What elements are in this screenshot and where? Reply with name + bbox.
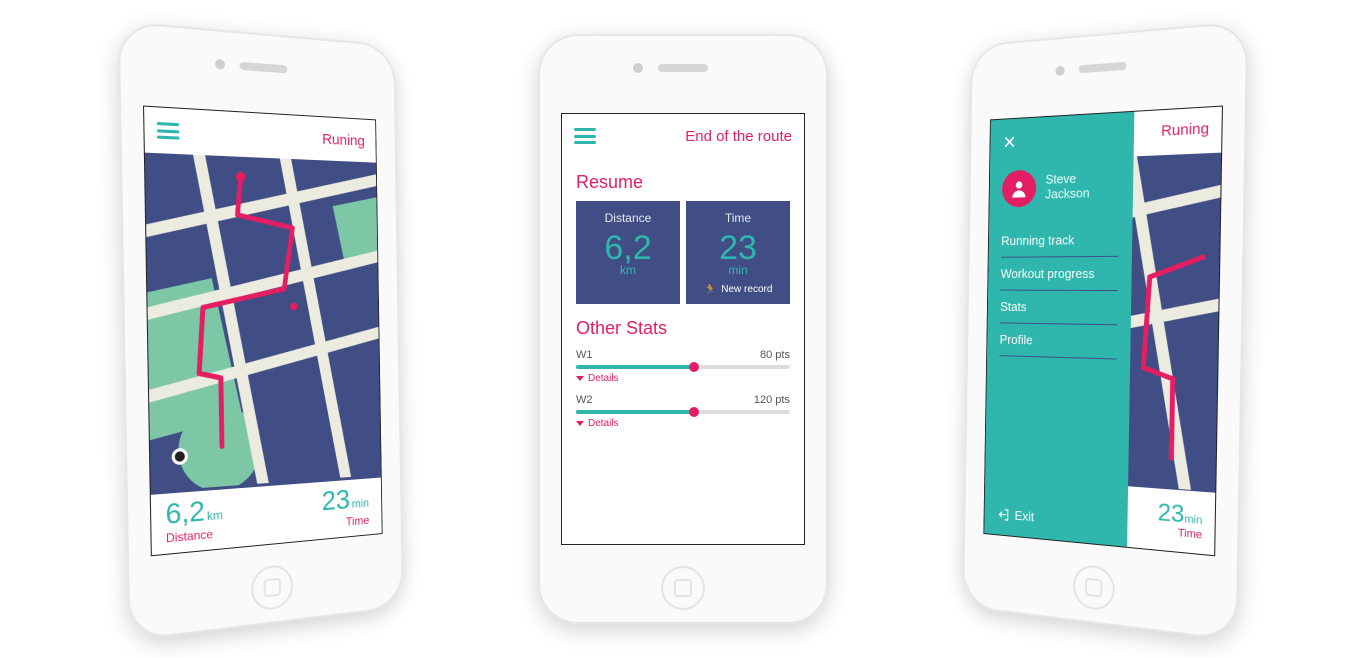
chevron-down-icon bbox=[576, 376, 584, 381]
stat-row-w1: W180 pts Details bbox=[576, 349, 790, 384]
phone-mockup-2: End of the route Resume Distance 6,2 km … bbox=[538, 34, 828, 624]
runner-icon: 🏃 bbox=[704, 283, 718, 296]
time-card: Time 23 min 🏃New record bbox=[686, 201, 790, 304]
phone-mockup-1: Runing bbox=[123, 34, 413, 624]
details-toggle[interactable]: Details bbox=[576, 418, 790, 429]
chevron-down-icon bbox=[576, 421, 584, 426]
screen-sidebar-menu: Runing 23min Time ✕ bbox=[984, 106, 1224, 557]
hamburger-icon[interactable] bbox=[156, 122, 179, 140]
avatar bbox=[1002, 169, 1037, 207]
other-stats-heading: Other Stats bbox=[576, 318, 790, 339]
route-map[interactable] bbox=[145, 153, 381, 495]
phone-mockup-3: Runing 23min Time ✕ bbox=[953, 34, 1243, 624]
sidebar-item-running-track[interactable]: Running track bbox=[1001, 223, 1119, 258]
time-label: Time bbox=[322, 513, 369, 531]
page-title: Runing bbox=[1161, 120, 1209, 140]
progress-bar[interactable] bbox=[576, 365, 790, 369]
resume-heading: Resume bbox=[576, 172, 790, 193]
sidebar-item-stats[interactable]: Stats bbox=[1000, 291, 1118, 326]
screen-end-of-route: End of the route Resume Distance 6,2 km … bbox=[561, 113, 805, 545]
time-value: 23 bbox=[321, 484, 350, 517]
close-icon[interactable]: ✕ bbox=[1003, 127, 1121, 154]
stats-footer: 23min Time bbox=[1127, 486, 1215, 555]
stat-row-w2: W2120 pts Details bbox=[576, 394, 790, 429]
distance-card: Distance 6,2 km bbox=[576, 201, 680, 304]
progress-bar[interactable] bbox=[576, 410, 790, 414]
user-profile[interactable]: Steve Jackson bbox=[1002, 166, 1120, 207]
sidebar-item-workout-progress[interactable]: Workout progress bbox=[1001, 257, 1119, 291]
exit-icon bbox=[997, 507, 1010, 522]
distance-value: 6,2 bbox=[165, 495, 205, 530]
sidebar-item-profile[interactable]: Profile bbox=[1000, 323, 1118, 359]
page-title: End of the route bbox=[685, 128, 792, 145]
sidebar-drawer: ✕ Steve Jackson Running track Workout pr… bbox=[985, 112, 1135, 547]
details-toggle[interactable]: Details bbox=[576, 373, 790, 384]
page-title: Runing bbox=[322, 130, 365, 149]
screen-running-map: Runing bbox=[143, 106, 383, 557]
current-location-marker bbox=[174, 451, 184, 462]
hamburger-icon[interactable] bbox=[574, 128, 596, 144]
